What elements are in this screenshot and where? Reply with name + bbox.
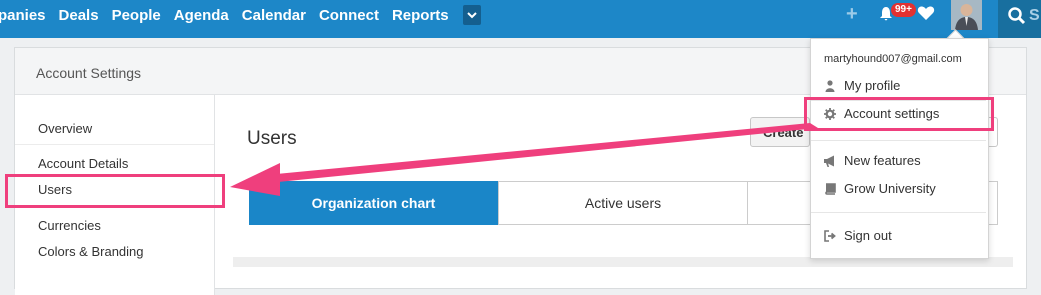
top-navigation-bar: panies Deals People Agenda Calendar Conn… [0,0,1041,38]
tab-active-users[interactable]: Active users [498,181,748,225]
menu-item-label: New features [844,153,921,168]
nav-item-companies[interactable]: panies [0,7,46,24]
megaphone-icon [824,155,834,167]
search-placeholder: S [1029,7,1040,24]
chevron-down-icon [466,12,477,19]
nav-item-reports[interactable]: Reports [392,7,449,24]
main-nav: panies Deals People Agenda Calendar Conn… [0,0,481,30]
card-title: Account Settings [36,65,142,81]
sidebar-item-currencies[interactable]: Currencies [38,218,101,233]
book-icon [825,182,836,195]
page-title: Users [247,128,297,149]
create-button[interactable]: Create [750,117,810,147]
divider [811,140,986,141]
menu-item-label: My profile [844,78,901,93]
highlight-account-settings [804,97,994,131]
sign-out-icon [824,229,836,242]
nav-item-deals[interactable]: Deals [59,7,99,24]
avatar-image [951,0,982,30]
search-icon [1008,7,1026,25]
tab-organization-chart[interactable]: Organization chart [249,181,498,225]
nav-item-calendar[interactable]: Calendar [242,7,306,24]
sidebar-item-account-details[interactable]: Account Details [38,156,128,171]
menu-item-label: Sign out [844,228,892,243]
user-avatar[interactable] [951,0,982,30]
divider [15,144,214,145]
nav-item-agenda[interactable]: Agenda [174,7,229,24]
plus-icon[interactable]: + [846,4,858,24]
notification-badge: 99+ [891,3,916,17]
heart-icon[interactable] [917,5,935,21]
nav-more-button[interactable] [462,5,481,25]
menu-item-new-features[interactable]: New features [824,153,921,168]
highlight-users [5,174,225,208]
sidebar-item-colors-branding[interactable]: Colors & Branding [38,244,144,259]
divider [811,212,986,213]
menu-item-grow-university[interactable]: Grow University [824,181,936,196]
nav-item-connect[interactable]: Connect [319,7,379,24]
person-icon [825,79,835,92]
menu-item-label: Grow University [844,181,936,196]
search-box[interactable]: S [998,0,1041,38]
menu-item-my-profile[interactable]: My profile [824,78,900,93]
sidebar-item-overview[interactable]: Overview [38,121,92,136]
account-dropdown-menu [810,38,989,259]
nav-item-people[interactable]: People [112,7,161,24]
menu-item-sign-out[interactable]: Sign out [824,228,892,243]
dropdown-email: martyhound007@gmail.com [824,53,962,65]
